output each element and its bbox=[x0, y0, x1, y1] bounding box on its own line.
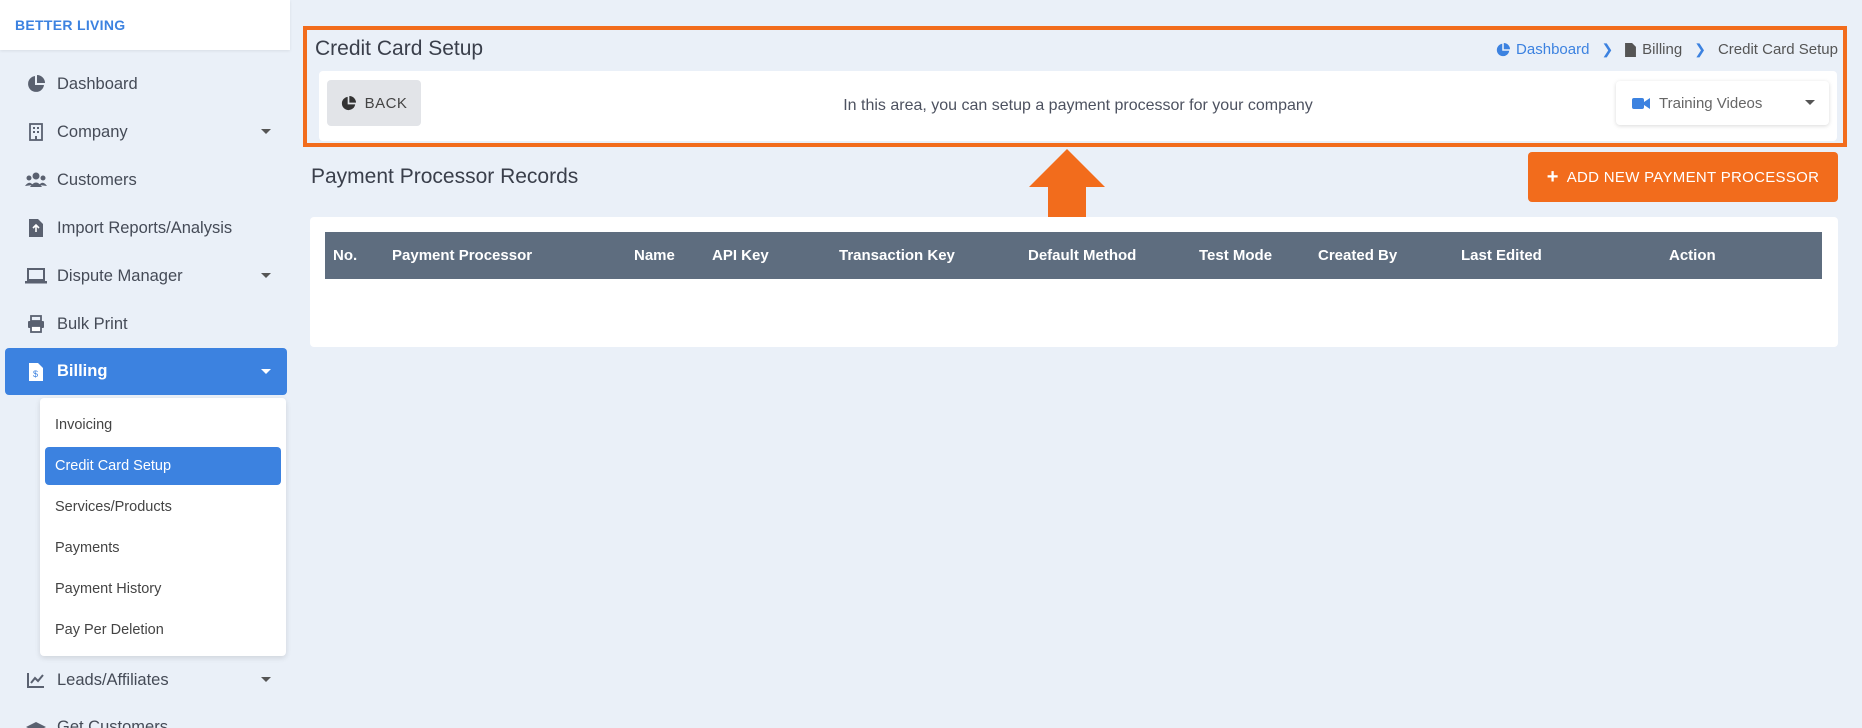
sidebar-item-company[interactable]: Company bbox=[5, 108, 287, 156]
dashboard-pie-icon bbox=[25, 73, 47, 95]
sidebar-item-billing[interactable]: $ Billing bbox=[5, 348, 287, 395]
info-text: In this area, you can setup a payment pr… bbox=[843, 97, 1313, 114]
sidebar-item-bulk-print[interactable]: Bulk Print bbox=[5, 300, 287, 348]
sidebar-item-label: Billing bbox=[57, 362, 108, 380]
column-header[interactable]: Name bbox=[634, 247, 675, 264]
column-header[interactable]: Transaction Key bbox=[839, 247, 955, 264]
graduation-icon bbox=[25, 718, 47, 728]
plus-icon: + bbox=[1546, 166, 1559, 188]
submenu-item-payment-history[interactable]: Payment History bbox=[45, 570, 281, 608]
breadcrumb-billing[interactable]: Billing ❯ bbox=[1625, 41, 1718, 58]
sidebar: BETTER LIVING Dashboard Company Customer… bbox=[0, 0, 292, 728]
column-header[interactable]: Default Method bbox=[1028, 247, 1136, 264]
users-icon bbox=[25, 169, 47, 191]
chart-line-icon bbox=[25, 669, 47, 691]
table-header: No. Payment Processor Name API Key Trans… bbox=[325, 232, 1822, 279]
chevron-down-icon bbox=[1805, 100, 1815, 105]
breadcrumb: Dashboard ❯ Billing ❯ Credit Card Setup bbox=[1496, 41, 1838, 58]
page-header-highlight: Credit Card Setup Dashboard ❯ Billing ❯ … bbox=[303, 26, 1847, 147]
sidebar-nav: Dashboard Company Customers Import Repor… bbox=[0, 50, 292, 395]
chevron-right-icon: ❯ bbox=[1694, 41, 1706, 57]
sidebar-item-label: Customers bbox=[57, 170, 137, 189]
submenu-item-services-products[interactable]: Services/Products bbox=[45, 488, 281, 526]
sidebar-item-label: Get Customers bbox=[57, 718, 168, 728]
column-header[interactable]: Created By bbox=[1318, 247, 1397, 264]
up-arrow-indicator-icon bbox=[1029, 149, 1105, 222]
brand-logo[interactable]: BETTER LIVING bbox=[0, 0, 290, 50]
column-header[interactable]: No. bbox=[333, 247, 357, 264]
column-header[interactable]: Payment Processor bbox=[392, 247, 532, 264]
chevron-down-icon bbox=[261, 369, 271, 374]
column-header[interactable]: Test Mode bbox=[1199, 247, 1272, 264]
sidebar-item-label: Dispute Manager bbox=[57, 266, 183, 285]
sidebar-item-label: Leads/Affiliates bbox=[57, 670, 169, 689]
printer-icon bbox=[25, 313, 47, 335]
submenu-item-payments[interactable]: Payments bbox=[45, 529, 281, 567]
chevron-down-icon bbox=[261, 273, 271, 278]
sidebar-item-get-customers[interactable]: Get Customers bbox=[5, 704, 287, 728]
add-payment-processor-button[interactable]: + ADD NEW PAYMENT PROCESSOR bbox=[1528, 152, 1838, 202]
invoice-icon bbox=[1625, 42, 1637, 57]
sidebar-item-label: Dashboard bbox=[57, 74, 138, 93]
training-videos-dropdown[interactable]: Training Videos bbox=[1616, 81, 1829, 125]
video-camera-icon bbox=[1632, 97, 1650, 109]
dashboard-pie-icon bbox=[1496, 42, 1511, 56]
sidebar-item-label: Import Reports/Analysis bbox=[57, 218, 233, 237]
invoice-icon: $ bbox=[25, 361, 47, 383]
page-title: Credit Card Setup bbox=[315, 37, 484, 60]
chevron-down-icon bbox=[261, 129, 271, 134]
column-header[interactable]: API Key bbox=[712, 247, 769, 264]
sidebar-item-customers[interactable]: Customers bbox=[5, 156, 287, 204]
sidebar-item-dispute-manager[interactable]: Dispute Manager bbox=[5, 252, 287, 300]
chevron-down-icon bbox=[261, 677, 271, 682]
sidebar-item-dashboard[interactable]: Dashboard bbox=[5, 60, 287, 108]
sidebar-item-leads-affiliates[interactable]: Leads/Affiliates bbox=[5, 656, 287, 704]
submenu-item-invoicing[interactable]: Invoicing bbox=[45, 406, 281, 444]
sidebar-item-label: Bulk Print bbox=[57, 314, 128, 333]
billing-submenu: Invoicing Credit Card Setup Services/Pro… bbox=[40, 398, 286, 656]
file-import-icon bbox=[25, 217, 47, 239]
svg-text:$: $ bbox=[33, 369, 38, 379]
laptop-icon bbox=[25, 265, 47, 287]
sidebar-item-import-reports[interactable]: Import Reports/Analysis bbox=[5, 204, 287, 252]
column-header[interactable]: Last Edited bbox=[1461, 247, 1542, 264]
sidebar-item-label: Company bbox=[57, 122, 128, 141]
records-title: Payment Processor Records bbox=[311, 165, 579, 188]
submenu-item-credit-card-setup[interactable]: Credit Card Setup bbox=[45, 447, 281, 485]
submenu-item-pay-per-deletion[interactable]: Pay Per Deletion bbox=[45, 611, 281, 649]
breadcrumb-current: Credit Card Setup bbox=[1717, 41, 1838, 58]
column-header[interactable]: Action bbox=[1669, 247, 1716, 264]
info-bar: BACK In this area, you can setup a payme… bbox=[319, 71, 1837, 141]
chevron-right-icon: ❯ bbox=[1601, 41, 1614, 57]
breadcrumb-dashboard[interactable]: Dashboard ❯ bbox=[1496, 41, 1625, 58]
building-icon bbox=[25, 121, 47, 143]
records-table: No. Payment Processor Name API Key Trans… bbox=[310, 217, 1838, 347]
